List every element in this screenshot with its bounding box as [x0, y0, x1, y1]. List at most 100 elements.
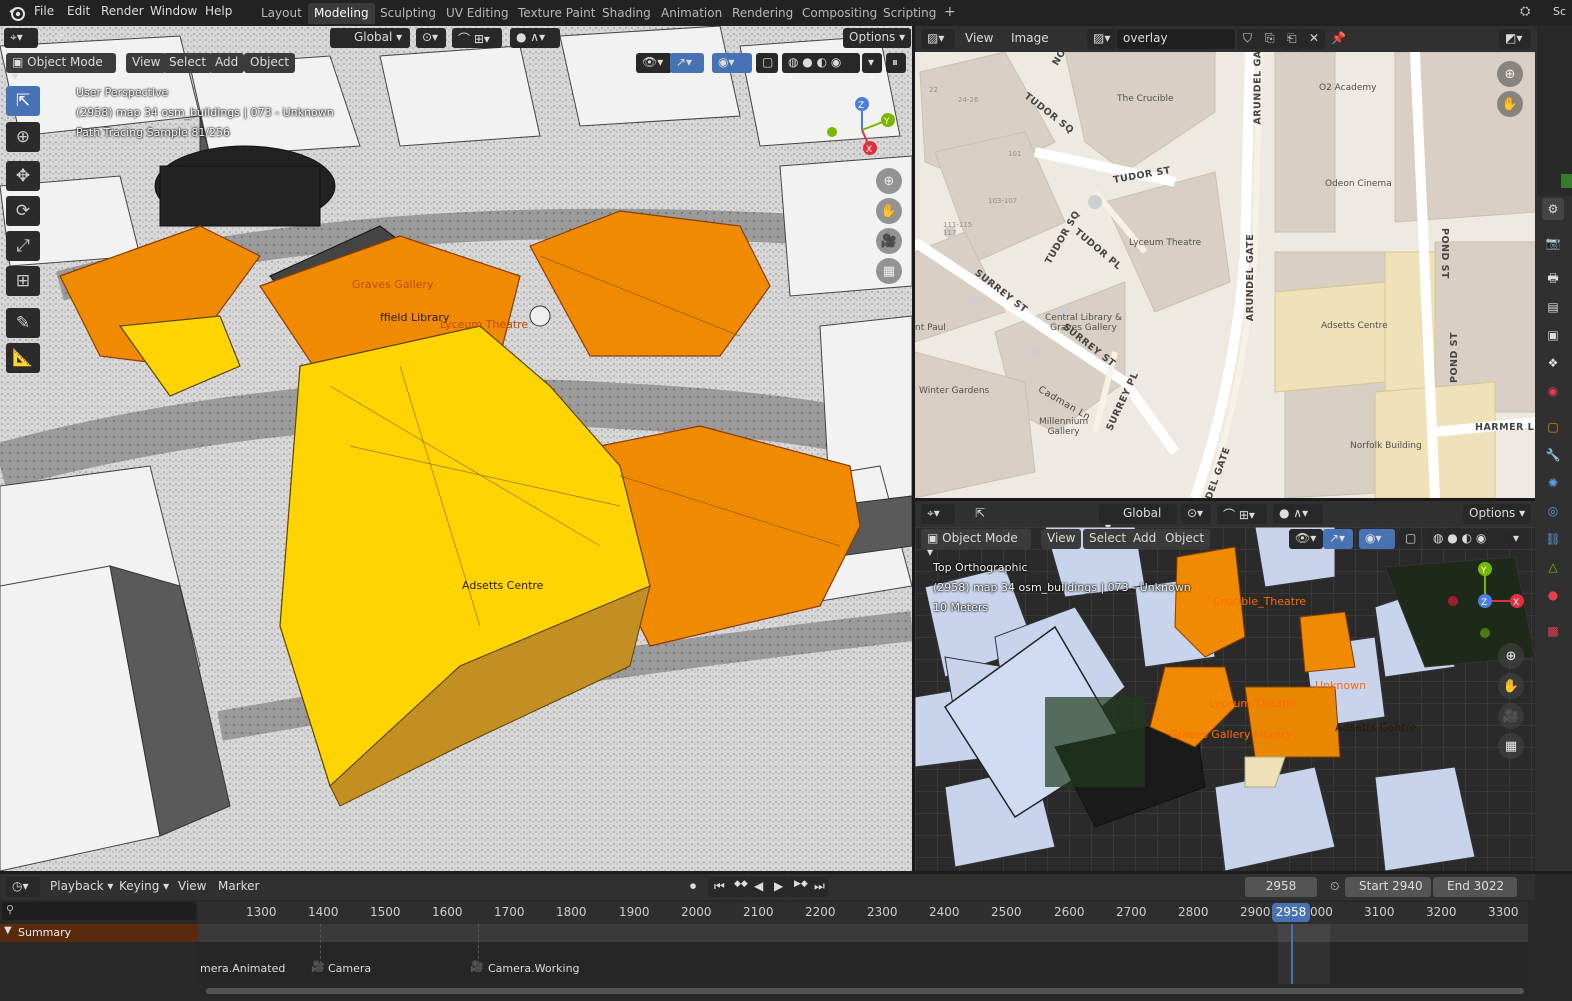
top-overlay-icon[interactable]: ◉▾: [1359, 529, 1395, 549]
open-image-icon[interactable]: ⎗: [1281, 29, 1303, 49]
render-properties-icon[interactable]: 📷: [1542, 232, 1564, 254]
play-reverse-button[interactable]: ◀: [748, 877, 768, 897]
add-workspace-button[interactable]: +: [938, 3, 962, 24]
tab-compositing[interactable]: Compositing: [796, 3, 883, 24]
image-pan-icon[interactable]: ✋: [1497, 91, 1523, 117]
jump-keyframe-back-button[interactable]: ◆◆: [728, 877, 748, 897]
outliner-sliver[interactable]: [1537, 26, 1572, 196]
rotate-icon[interactable]: ⟳: [6, 196, 40, 226]
top-zoom-icon[interactable]: ⊕: [1498, 643, 1524, 669]
top-options-dropdown[interactable]: Options ▾: [1463, 504, 1532, 524]
preview-range-icon[interactable]: ⏲: [1324, 877, 1345, 897]
tab-rendering[interactable]: Rendering: [726, 3, 799, 24]
top-visibility-icon[interactable]: 👁▾: [1289, 529, 1323, 549]
tab-scripting[interactable]: Scripting: [877, 3, 942, 24]
xray-icon[interactable]: ▢: [756, 53, 778, 73]
blender-logo-icon[interactable]: [8, 4, 26, 22]
overlay-toggle-icon[interactable]: ◉▾: [712, 53, 752, 73]
top-xray-icon[interactable]: ▢: [1399, 529, 1419, 549]
zoom-icon[interactable]: ⊕: [876, 168, 902, 194]
texture-icon[interactable]: ▩: [1542, 620, 1564, 642]
top-gizmo-icon[interactable]: ↗▾: [1323, 529, 1353, 549]
cursor-icon[interactable]: ⊕: [6, 122, 40, 152]
tool-properties-icon[interactable]: ⚙: [1542, 198, 1564, 220]
display-channels-icon[interactable]: ◩▾: [1499, 29, 1531, 49]
tab-modeling[interactable]: Modeling: [308, 3, 375, 24]
timeline-menu-view[interactable]: View: [172, 877, 212, 897]
material-icon[interactable]: ●: [1542, 584, 1564, 606]
viewport-3d[interactable]: ⌖▾ ⇱ Global ▾ ⊙▾ ⌒ ⊞▾ ● ∧▾ Options ▾ ▣ O…: [0, 26, 912, 871]
menu-help[interactable]: Help: [205, 4, 232, 18]
tab-sculpting[interactable]: Sculpting: [374, 3, 442, 24]
jump-end-button[interactable]: ⏭: [808, 877, 828, 897]
image-zoom-icon[interactable]: ⊕: [1497, 61, 1523, 87]
object-properties-icon[interactable]: ▢: [1542, 416, 1564, 438]
unlink-image-icon[interactable]: ✕: [1303, 29, 1325, 49]
top-tool-settings-icon[interactable]: ⇱: [969, 504, 991, 524]
select-box-icon[interactable]: ⇱: [6, 86, 40, 116]
transform-icon[interactable]: ⊞: [6, 266, 40, 296]
top-transform-orientation-dropdown[interactable]: Global ▾: [1099, 504, 1177, 534]
timeline-menu-keying[interactable]: Keying ▾: [113, 877, 175, 897]
tab-shading[interactable]: Shading: [596, 3, 657, 24]
top-menu-select[interactable]: Select: [1083, 529, 1133, 549]
auto-keying-icon[interactable]: ⏺: [684, 877, 702, 897]
top-pivot-icon[interactable]: ⊙▾: [1181, 504, 1211, 524]
particles-icon[interactable]: ✺: [1542, 472, 1564, 494]
pause-render-icon[interactable]: ⏸: [886, 53, 906, 73]
timeline-tracks[interactable]: [198, 924, 1528, 984]
constraints-icon[interactable]: ⛓: [1542, 528, 1564, 550]
frame-ruler[interactable]: 1300 1400 1500 1600 1700 1800 1900 2000 …: [198, 902, 1528, 924]
image-menu-view[interactable]: View: [959, 29, 999, 49]
tool-settings-icon[interactable]: ⇱: [52, 28, 74, 48]
navigation-gizmo[interactable]: Z Y X: [822, 90, 902, 170]
scene-name[interactable]: Sc: [1553, 5, 1566, 18]
image-name-field[interactable]: overlay: [1117, 29, 1235, 49]
viewport-3d-render[interactable]: [0, 26, 912, 871]
image-editor-canvas[interactable]: The Crucible O2 Academy Odeon Cinema Lyc…: [915, 52, 1535, 498]
marker-camera-animated[interactable]: mera.Animated: [200, 962, 285, 975]
menu-view[interactable]: View: [126, 53, 167, 73]
snap-icon[interactable]: ⌒ ⊞▾: [452, 28, 502, 48]
proportional-edit-icon[interactable]: ● ∧▾: [510, 28, 560, 48]
marker-camera-working[interactable]: Camera.Working: [488, 962, 580, 975]
jump-start-button[interactable]: ⏮: [708, 877, 728, 897]
channel-search[interactable]: ⚲: [2, 902, 196, 920]
timeline-menu-playback[interactable]: Playback ▾: [44, 877, 119, 897]
start-frame-field[interactable]: Start 2940: [1345, 877, 1431, 897]
menu-file[interactable]: File: [34, 4, 54, 18]
menu-object[interactable]: Object: [244, 53, 296, 73]
shading-options-icon[interactable]: ▾: [862, 53, 882, 73]
menu-add[interactable]: Add: [209, 53, 245, 73]
top-menu-object[interactable]: Object: [1159, 529, 1211, 549]
pivot-point-icon[interactable]: ⊙▾: [416, 28, 446, 48]
pin-icon[interactable]: 📌: [1325, 29, 1347, 49]
object-data-icon[interactable]: △: [1542, 556, 1564, 578]
top-snap-icon[interactable]: ⌒ ⊞▾: [1217, 504, 1267, 524]
top-pan-icon[interactable]: ✋: [1498, 673, 1524, 699]
visibility-icon[interactable]: 👁▾: [636, 53, 672, 73]
top-ortho-viewport[interactable]: ▣ Object Mode ▾ View Select Add Object 👁…: [915, 527, 1535, 871]
scale-icon[interactable]: ⤢: [6, 231, 40, 261]
image-browse-icon[interactable]: ▨▾: [1087, 29, 1117, 49]
gizmo-toggle-icon[interactable]: ↗▾: [670, 53, 704, 73]
ortho-toggle-icon[interactable]: ▦: [876, 258, 902, 284]
fake-user-icon[interactable]: ⛉: [1237, 29, 1259, 49]
tab-layout[interactable]: Layout: [255, 3, 308, 24]
top-ortho-icon[interactable]: ▦: [1498, 733, 1524, 759]
annotate-icon[interactable]: ✎: [6, 308, 40, 338]
scene-icon[interactable]: ⛭: [1520, 4, 1538, 22]
shading-modes-icon[interactable]: ◍ ● ◐ ◉: [782, 53, 860, 73]
camera-view-icon[interactable]: 🎥: [876, 228, 902, 254]
end-frame-field[interactable]: End 3022: [1433, 877, 1517, 897]
options-dropdown[interactable]: Options ▾: [843, 28, 912, 48]
scene-properties-icon[interactable]: ❖: [1542, 352, 1564, 374]
tab-animation[interactable]: Animation: [655, 3, 728, 24]
top-menu-view[interactable]: View: [1041, 529, 1082, 549]
image-menu-image[interactable]: Image: [1005, 29, 1055, 49]
timeline-scrollbar[interactable]: [206, 988, 1524, 994]
menu-edit[interactable]: Edit: [67, 4, 90, 18]
summary-channel[interactable]: ▼ Summary: [0, 924, 198, 942]
move-icon[interactable]: ✥: [6, 161, 40, 191]
timeline-editor-type-icon[interactable]: ◷▾: [6, 877, 40, 897]
